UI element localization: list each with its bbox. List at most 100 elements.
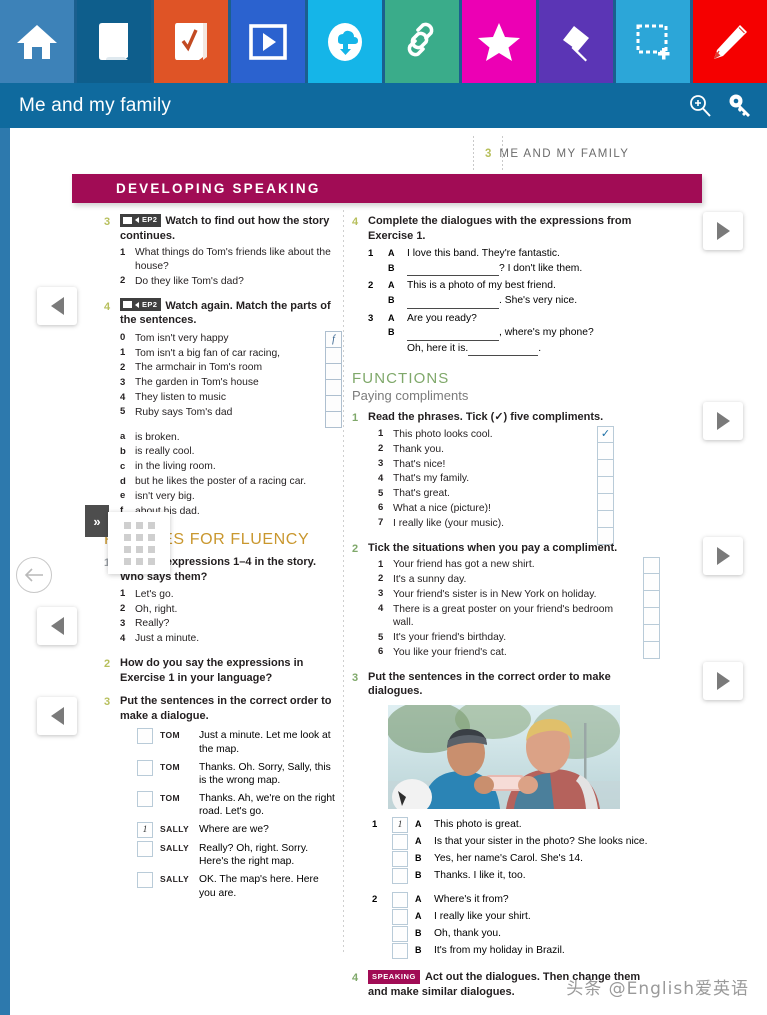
key-icon[interactable] [723,89,757,123]
match-answer-box[interactable] [325,378,342,396]
item-letter: e [120,490,126,502]
toolbar-button-book[interactable] [74,0,151,83]
tick-box[interactable]: ✓ [597,426,614,444]
match-answer-box[interactable] [325,410,342,428]
dialogue-order-group-1: 1 1 A This photo is great. A Is that you… [372,816,652,884]
speaker-label: B [415,927,422,938]
item-number: 7 [378,517,384,529]
tick-box[interactable] [597,511,614,529]
dialogue-row: 1 SALLY Where are we? [137,821,336,838]
tick-box-column: ✓ [597,426,614,546]
chevron-right-icon [716,547,730,565]
dialogue-text: . She's very nice. [499,294,578,306]
exercise-heading: EP2 Watch to find out how the story conti… [120,213,336,243]
item-number: 2 [378,443,384,455]
situation-list: 1 Your friend has got a new shirt. 2 It'… [368,558,652,660]
nav-next-button-4[interactable] [703,662,743,700]
order-box[interactable]: 1 [137,821,153,838]
list-item: 4 Just a minute. [120,632,336,646]
tick-box[interactable] [643,641,660,659]
answer-blank[interactable] [407,262,499,277]
exercise-heading: EP2 Watch again. Match the parts of the s… [120,298,336,328]
back-button[interactable] [16,557,52,593]
tick-box[interactable] [643,624,660,642]
answer-blank[interactable] [468,342,539,357]
dialogue-row: A Is that your sister in the photo? She … [372,833,652,850]
nav-prev-button-3[interactable] [37,697,77,735]
tick-box[interactable] [597,460,614,478]
tick-box[interactable] [643,573,660,591]
toolbar-button-link[interactable] [382,0,459,83]
order-box[interactable] [137,840,153,857]
item-letter: a [120,431,126,443]
item-letter: b [120,445,126,457]
toolbar-button-snapshot[interactable] [613,0,690,83]
item-number: 2 [120,361,126,373]
video-badge-icon: EP2 [120,298,162,312]
toolbar-button-draw[interactable] [690,0,767,83]
runhead-rule-left [473,136,474,172]
item-number: 3 [378,588,384,600]
toolbar-button-download[interactable] [305,0,382,83]
order-box[interactable] [392,833,408,850]
exercise-functions-3: 3 Put the sentences in the correct order… [352,670,652,960]
dialogue-text: ? I don't like them. [499,262,583,274]
chevron-right-icon [716,412,730,430]
list-item: a is broken. [120,431,336,445]
tick-box[interactable] [643,590,660,608]
dialogue-row: B , where's my phone? [368,325,652,341]
item-number [372,909,385,911]
answer-blank[interactable] [407,326,499,341]
nav-next-button-3[interactable] [703,537,743,575]
order-box[interactable] [137,728,153,745]
chevron-right-icon [716,672,730,690]
order-box[interactable] [392,925,408,942]
dialogue-text: This is a photo of my best friend. [407,280,556,292]
thumbnail-panel-toggle[interactable]: » [85,505,109,537]
match-answer-box[interactable] [325,346,342,364]
tick-box[interactable] [597,477,614,495]
order-box[interactable] [392,850,408,867]
order-box[interactable] [137,790,153,807]
dialogue-row: 1 A I love this band. They're fantastic. [368,246,652,261]
exercise-heading: Read the phrases. Tick (✓) five complime… [368,411,604,424]
tick-box[interactable] [597,494,614,512]
dialogue-row: B Thanks. I like it, too. [372,867,652,884]
thumbnail-grid-panel[interactable] [108,512,170,574]
match-answer-box[interactable] [325,394,342,412]
match-answer-box[interactable] [325,362,342,380]
toolbar-button-workbook[interactable] [151,0,228,83]
order-box[interactable] [137,759,153,776]
tick-box[interactable] [643,607,660,625]
match-answer-box[interactable]: f [325,330,342,348]
toolbar-button-favourites[interactable] [459,0,536,83]
toolbar-button-video[interactable] [228,0,305,83]
order-box[interactable] [392,908,408,925]
order-box[interactable] [392,891,408,908]
dialogue-order-list: TOM Just a minute. Let me look at the ma… [137,728,336,900]
nav-next-button-2[interactable] [703,402,743,440]
nav-prev-button-1[interactable] [37,287,77,325]
order-box[interactable] [137,872,153,889]
exercise-number: 4 [352,216,359,228]
speaker-label: SALLY [160,842,190,853]
nav-next-button-1[interactable] [703,212,743,250]
item-text: in the living room. [135,461,216,473]
pencil-icon [709,21,751,63]
order-box[interactable] [392,867,408,884]
zoom-in-icon[interactable] [683,89,717,123]
toolbar-button-home[interactable] [0,0,74,83]
nav-prev-button-2[interactable] [37,607,77,645]
order-box[interactable]: 1 [392,816,408,833]
dialogue-order-group-2: 2 A Where's it from? A I really like you… [372,891,652,959]
dialogue-text: , where's my phone? [499,327,594,339]
list-item: 1 This photo looks cool. [378,428,582,442]
toolbar-button-pin[interactable] [536,0,613,83]
exercise-fluency-2: 2 How do you say the expressions in Exer… [104,656,336,685]
order-box[interactable] [392,942,408,959]
answer-blank[interactable] [407,294,499,309]
tick-box[interactable] [643,556,660,574]
tick-box[interactable] [597,443,614,461]
list-item: 5 That's great. [378,487,582,501]
runhead-unit-number: 3 [485,148,492,160]
